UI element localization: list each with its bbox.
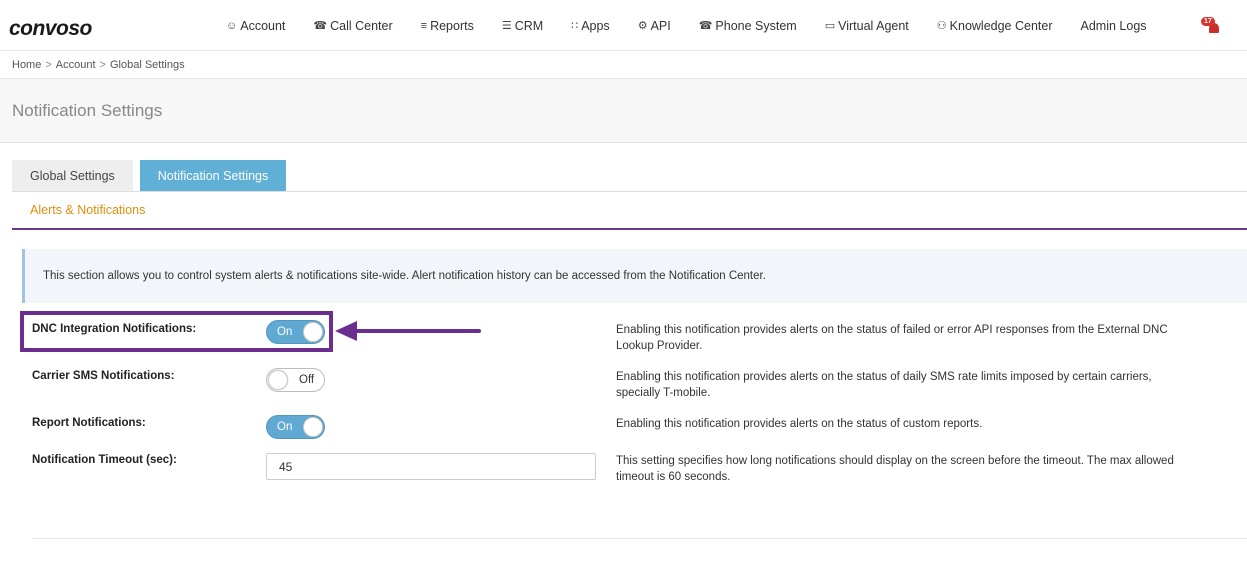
breadcrumb-current: Global Settings (109, 59, 185, 71)
nav-knowledge-center-label: Knowledge Center (949, 18, 1053, 33)
info-text: This section allows you to control syste… (43, 270, 766, 282)
section-subheading: Alerts & Notifications (30, 203, 146, 217)
nav-api[interactable]: ⚙ API (638, 19, 671, 33)
breadcrumb-bar: Home > Account > Global Settings (0, 51, 1247, 79)
grid-icon: ∷ (571, 20, 579, 32)
nav-virtual-agent[interactable]: ▭ Virtual Agent (825, 19, 909, 33)
report-notifications-label: Report Notifications: (32, 417, 146, 429)
tab-notification-settings[interactable]: Notification Settings (139, 160, 287, 192)
notification-timeout-input[interactable]: 45 (266, 453, 596, 480)
nav-phone-system[interactable]: ☎ Phone System (699, 19, 797, 33)
form-bottom-divider (32, 538, 1247, 539)
highlight-box (20, 311, 333, 352)
nav-phone-system-label: Phone System (715, 18, 797, 33)
nav-apps[interactable]: ∷ Apps (571, 19, 610, 33)
breadcrumb: Home > Account > Global Settings (12, 59, 185, 71)
toggle-state-text: Off (299, 374, 315, 386)
notification-bell-icon[interactable]: 17 (1201, 17, 1219, 34)
info-callout: This section allows you to control syste… (22, 249, 1247, 303)
nav-admin-logs[interactable]: Admin Logs (1081, 19, 1147, 33)
main-nav: ☺ Account ☎ Call Center ≡ Reports ☰ CRM … (226, 0, 1175, 51)
page-title: Notification Settings (12, 101, 163, 120)
carrier-sms-notifications-description: Enabling this notification provides aler… (616, 371, 1152, 399)
carrier-sms-notifications-label: Carrier SMS Notifications: (32, 370, 175, 382)
monitor-icon: ▭ (824, 20, 836, 32)
breadcrumb-separator: > (99, 59, 106, 71)
lightbulb-icon: ⚇ (936, 20, 947, 32)
nav-knowledge-center[interactable]: ⚇ Knowledge Center (937, 19, 1053, 33)
nav-api-label: API (650, 18, 671, 33)
notification-timeout-label: Notification Timeout (sec): (32, 454, 177, 466)
report-notifications-description: Enabling this notification provides aler… (616, 418, 983, 430)
list-icon: ☰ (501, 20, 512, 32)
nav-account-label: Account (240, 18, 286, 33)
nav-reports-label: Reports (430, 18, 474, 33)
breadcrumb-account[interactable]: Account (56, 59, 96, 71)
nav-reports[interactable]: ≡ Reports (421, 19, 474, 33)
settings-tabs: Global Settings Notification Settings (12, 160, 287, 192)
arrow-annotation-icon (335, 321, 481, 341)
toggle-knob (303, 417, 323, 437)
nav-virtual-agent-label: Virtual Agent (838, 18, 909, 33)
phone-icon: ☎ (698, 20, 713, 32)
tab-global-settings[interactable]: Global Settings (12, 160, 133, 192)
nav-account[interactable]: ☺ Account (226, 19, 285, 33)
nav-admin-logs-label: Admin Logs (1080, 18, 1147, 33)
nav-crm[interactable]: ☰ CRM (502, 19, 543, 33)
toggle-state-text: On (277, 421, 293, 433)
user-icon: ☺ (226, 19, 238, 32)
nav-call-center-label: Call Center (330, 18, 393, 33)
carrier-sms-notifications-toggle[interactable]: Off (266, 368, 325, 392)
bar-chart-icon: ≡ (420, 19, 428, 32)
nav-call-center[interactable]: ☎ Call Center (313, 19, 392, 33)
section-divider (12, 228, 1247, 230)
nav-crm-label: CRM (514, 18, 544, 33)
phone-icon: ☎ (313, 20, 328, 32)
report-notifications-toggle[interactable]: On (266, 415, 325, 439)
breadcrumb-home[interactable]: Home (12, 59, 41, 71)
tab-divider (12, 191, 1247, 192)
nav-apps-label: Apps (581, 18, 610, 33)
dnc-notifications-description: Enabling this notification provides aler… (616, 324, 1168, 352)
top-navbar: convoso ☺ Account ☎ Call Center ≡ Report… (0, 0, 1247, 51)
page-header: Notification Settings (0, 79, 1247, 143)
notification-count-badge: 17 (1201, 17, 1215, 26)
breadcrumb-separator: > (45, 59, 52, 71)
notification-timeout-description: This setting specifies how long notifica… (616, 455, 1174, 483)
toggle-knob (268, 370, 288, 390)
convoso-logo[interactable]: convoso (9, 17, 92, 41)
gear-icon: ⚙ (637, 20, 648, 32)
